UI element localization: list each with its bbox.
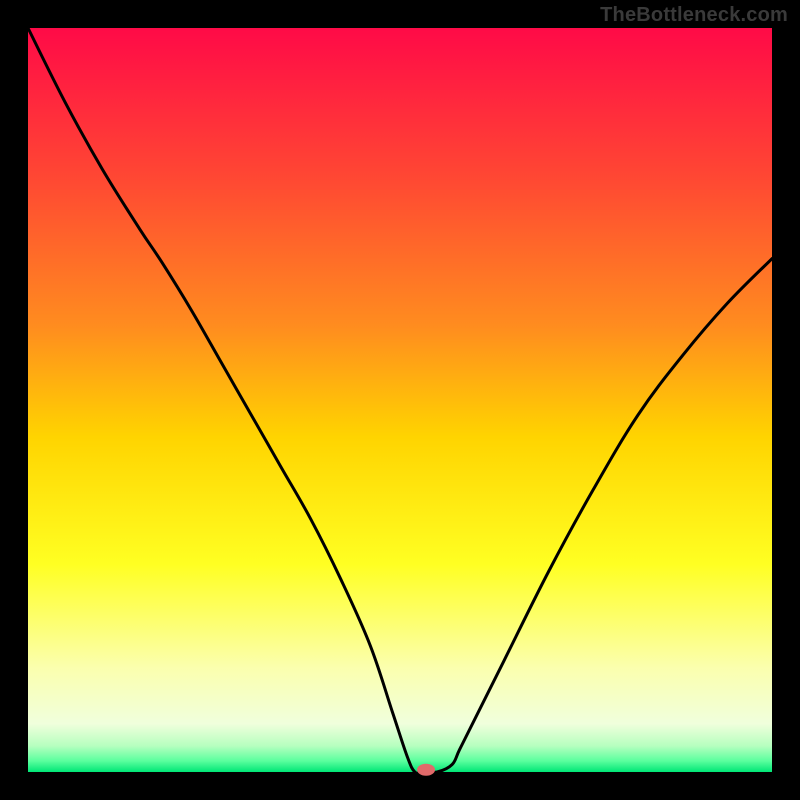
- watermark-text: TheBottleneck.com: [600, 4, 788, 27]
- chart-container: TheBottleneck.com: [0, 0, 800, 800]
- optimal-marker: [417, 764, 435, 776]
- bottleneck-chart: [0, 0, 800, 800]
- plot-background: [28, 28, 772, 772]
